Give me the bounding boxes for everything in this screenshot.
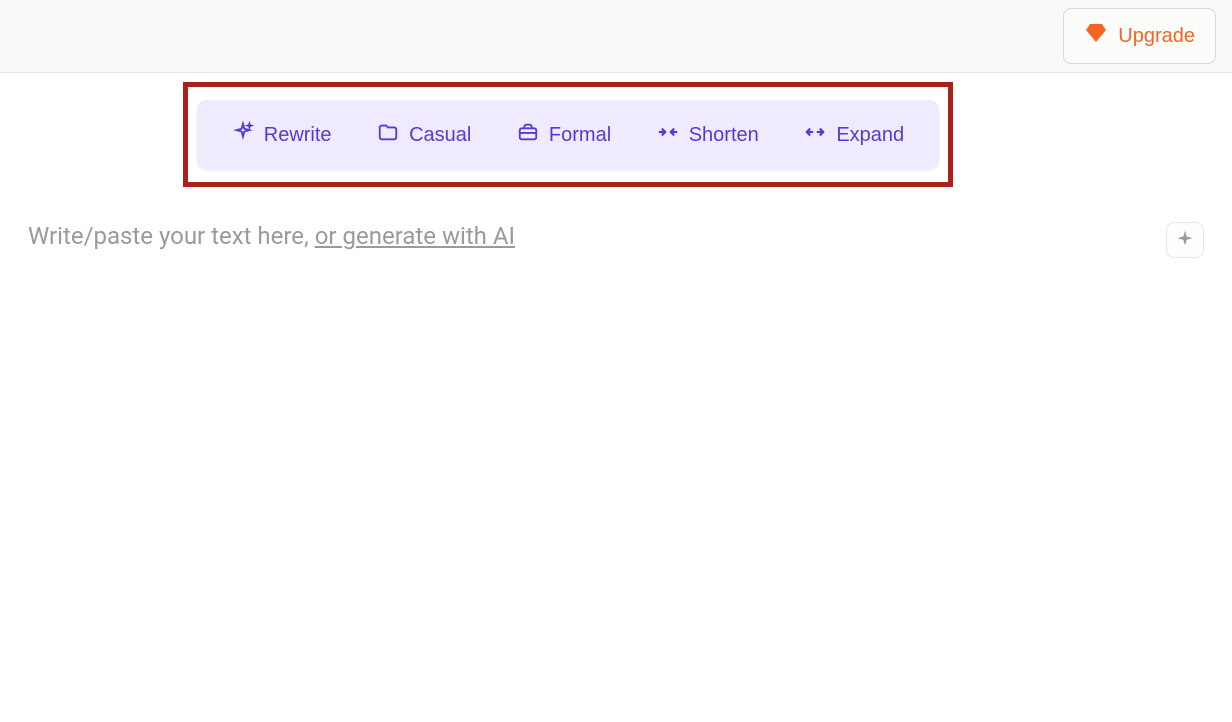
expand-button[interactable]: Expand [794,113,914,157]
ai-sparkle-button[interactable] [1166,222,1204,258]
formal-button[interactable]: Formal [507,113,621,157]
upgrade-button[interactable]: Upgrade [1063,8,1216,64]
briefcase-icon [517,121,539,149]
shorten-button[interactable]: Shorten [647,113,769,157]
upgrade-label: Upgrade [1118,25,1195,48]
toolbar-item-label: Expand [836,124,904,147]
toolbar-item-label: Rewrite [264,124,332,147]
generate-ai-link[interactable]: or generate with AI [315,222,515,250]
editor-placeholder: Write/paste your text here, or generate … [28,222,515,250]
editor-area[interactable]: Write/paste your text here, or generate … [28,222,1204,258]
header-bar: Upgrade [0,0,1232,73]
rewrite-button[interactable]: Rewrite [222,113,342,157]
arrows-in-icon [657,121,679,149]
diamond-icon [1084,21,1108,51]
folder-icon [377,121,399,149]
sparkle-icon [232,121,254,149]
toolbar-item-label: Formal [549,124,611,147]
sparkle-icon [1175,229,1195,252]
arrows-out-icon [804,121,826,149]
casual-button[interactable]: Casual [367,113,481,157]
placeholder-prefix: Write/paste your text here, [28,222,309,250]
toolbar-item-label: Shorten [689,124,759,147]
toolbar-item-label: Casual [409,124,471,147]
rewrite-toolbar: Rewrite Casual Formal Shorten [197,100,939,170]
